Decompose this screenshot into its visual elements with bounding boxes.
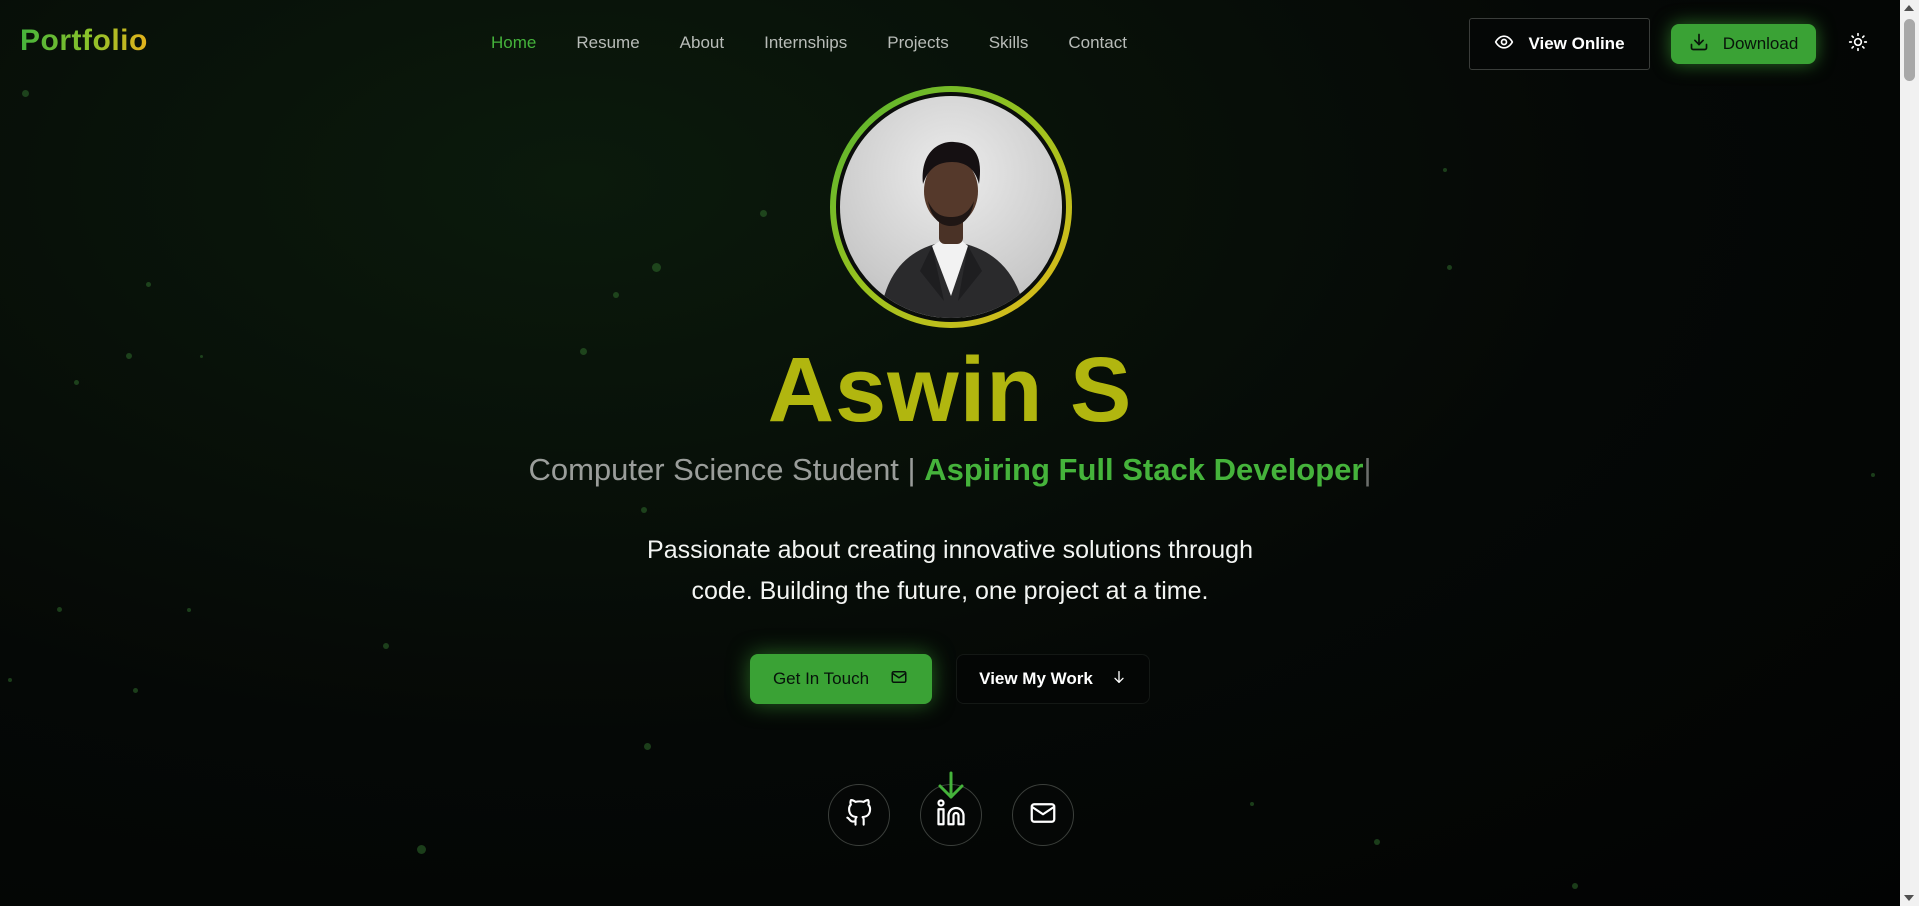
hero-subtitle: Computer Science Student | Aspiring Full… [0, 452, 1900, 488]
view-my-work-label: View My Work [979, 669, 1093, 688]
theme-toggle-button[interactable] [1846, 32, 1870, 56]
download-button[interactable]: Download [1671, 24, 1816, 64]
site-header: Portfolio Home Resume About Internships … [0, 0, 1900, 88]
scroll-up-arrow[interactable] [1904, 5, 1914, 11]
nav-item-resume[interactable]: Resume [576, 33, 639, 53]
nav-item-about[interactable]: About [680, 33, 724, 53]
download-label: Download [1722, 34, 1799, 53]
nav-item-skills[interactable]: Skills [989, 33, 1029, 53]
nav-item-home[interactable]: Home [491, 33, 536, 53]
typing-cursor: | [1363, 452, 1372, 487]
view-my-work-button[interactable]: View My Work [956, 654, 1150, 704]
hero-name: Aswin S [767, 339, 1133, 441]
download-icon [1689, 32, 1709, 57]
nav-item-contact[interactable]: Contact [1068, 33, 1127, 53]
view-online-button[interactable]: View Online [1469, 18, 1650, 70]
nav-item-internships[interactable]: Internships [764, 33, 847, 53]
view-online-label: View Online [1528, 34, 1625, 53]
email-link[interactable] [1012, 784, 1074, 846]
hero-description-line: Passionate about creating innovative sol… [647, 536, 1253, 564]
scrollbar-thumb[interactable] [1904, 19, 1915, 81]
mail-icon [1028, 798, 1058, 833]
get-in-touch-label: Get In Touch [772, 669, 870, 688]
avatar [830, 86, 1072, 328]
main-nav: Home Resume About Internships Projects S… [491, 33, 1167, 53]
arrow-down-icon [1111, 668, 1127, 691]
page-scrollbar[interactable] [1900, 0, 1919, 906]
subtitle-highlight: Aspiring Full Stack Developer [924, 452, 1364, 487]
profile-photo [836, 92, 1066, 322]
hero-description-line: code. Building the future, one project a… [691, 577, 1209, 605]
github-icon [845, 798, 873, 832]
get-in-touch-button[interactable]: Get In Touch [750, 654, 932, 704]
hero-description: Passionate about creating innovative sol… [600, 530, 1300, 612]
github-link[interactable] [828, 784, 890, 846]
site-logo[interactable]: Portfolio [20, 24, 148, 58]
subtitle-role: Computer Science Student | [528, 452, 925, 487]
scroll-down-icon[interactable] [935, 771, 967, 801]
eye-icon [1494, 32, 1514, 57]
mail-icon [889, 668, 909, 691]
linkedin-icon [936, 798, 966, 833]
nav-item-projects[interactable]: Projects [887, 33, 948, 53]
sun-icon [1848, 32, 1868, 57]
scroll-down-arrow[interactable] [1904, 895, 1914, 901]
